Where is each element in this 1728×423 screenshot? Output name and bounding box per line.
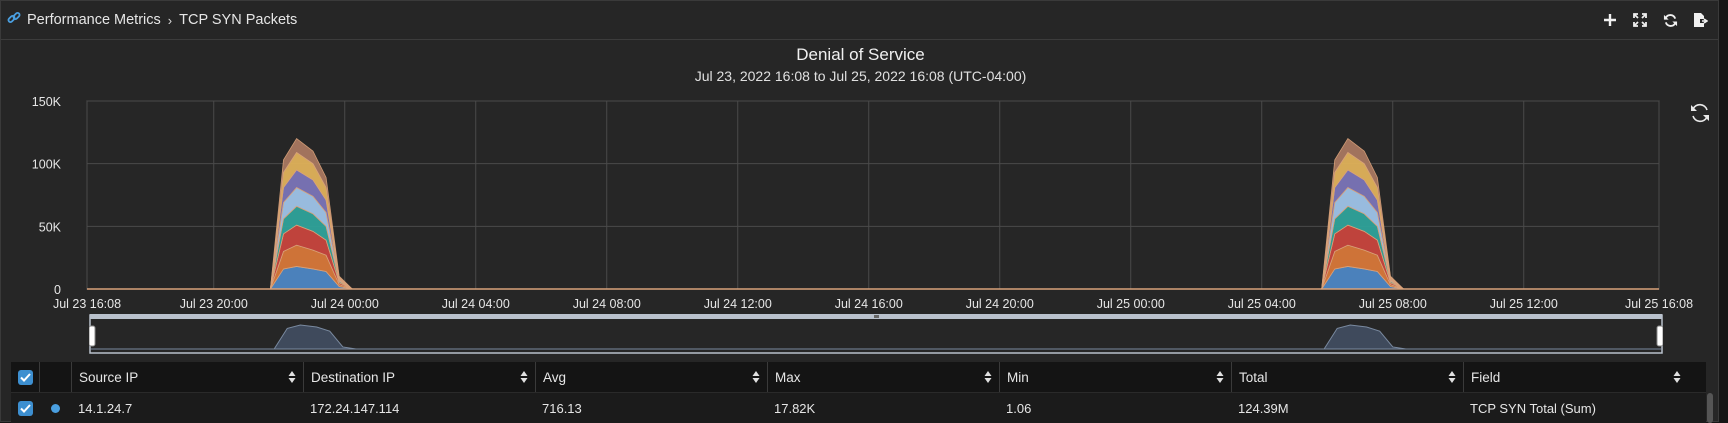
breadcrumb-root[interactable]: Performance Metrics <box>27 12 161 28</box>
widget-panel: Performance Metrics › TCP SYN Packets De… <box>0 0 1719 423</box>
column-header-destination-ip[interactable]: Destination IP <box>303 362 535 392</box>
sort-icon[interactable] <box>752 370 760 384</box>
column-header-avg[interactable]: Avg <box>535 362 767 392</box>
table-header: Source IP Destination IP Avg Max Min Tot… <box>11 362 1706 392</box>
y-tick-label: 50K <box>39 220 62 234</box>
x-tick-label: Jul 25 00:00 <box>1097 297 1165 311</box>
cell-field: TCP SYN Total (Sum) <box>1470 400 1596 416</box>
column-label: Max <box>775 369 801 385</box>
column-label: Source IP <box>79 369 139 385</box>
table-scrollbar[interactable] <box>1707 393 1713 423</box>
x-tick-label: Jul 24 00:00 <box>311 297 379 311</box>
sort-icon[interactable] <box>1448 370 1456 384</box>
column-header-source-ip[interactable]: Source IP <box>71 362 303 392</box>
x-tick-label: Jul 24 16:00 <box>835 297 903 311</box>
series-table: Source IP Destination IP Avg Max Min Tot… <box>11 362 1706 423</box>
x-tick-label: Jul 25 16:08 <box>1625 297 1693 311</box>
column-label: Total <box>1239 369 1268 385</box>
export-icon[interactable] <box>1690 10 1710 30</box>
chart-title: Denial of Service <box>796 45 925 64</box>
cell-avg: 716.13 <box>542 400 582 416</box>
expand-icon[interactable] <box>1630 10 1650 30</box>
sort-icon[interactable] <box>1216 370 1224 384</box>
column-header-total[interactable]: Total <box>1231 362 1463 392</box>
x-tick-label: Jul 24 20:00 <box>966 297 1034 311</box>
y-tick-label: 0 <box>54 283 61 297</box>
sort-icon[interactable] <box>984 370 992 384</box>
x-tick-label: Jul 23 20:00 <box>180 297 248 311</box>
widget-toolbar <box>1600 10 1710 30</box>
y-tick-label: 100K <box>32 158 62 172</box>
x-tick-label: Jul 25 12:00 <box>1490 297 1558 311</box>
cell-source-ip: 14.1.24.7 <box>78 400 133 416</box>
x-tick-label: Jul 25 08:00 <box>1359 297 1427 311</box>
sort-icon[interactable] <box>288 370 296 384</box>
cell-max: 17.82K <box>774 400 816 416</box>
y-tick-label: 150K <box>32 95 62 109</box>
plus-icon[interactable] <box>1600 10 1620 30</box>
link-icon[interactable] <box>7 11 21 29</box>
x-tick-label: Jul 23 16:08 <box>53 297 121 311</box>
navigator-right-handle[interactable] <box>1656 325 1663 347</box>
breadcrumb-current: TCP SYN Packets <box>179 12 298 28</box>
chevron-right-icon: › <box>167 12 173 28</box>
series-color-dot <box>39 393 71 423</box>
sort-icon[interactable] <box>520 370 528 384</box>
breadcrumb: Performance Metrics › TCP SYN Packets <box>7 11 297 29</box>
navigator-grip <box>874 315 879 318</box>
chart-subtitle: Jul 23, 2022 16:08 to Jul 25, 2022 16:08… <box>694 68 1027 84</box>
column-label: Min <box>1007 369 1029 385</box>
cell-total: 124.39M <box>1238 400 1289 416</box>
column-header-max[interactable]: Max <box>767 362 999 392</box>
widget-header: Performance Metrics › TCP SYN Packets <box>1 1 1718 40</box>
x-tick-label: Jul 24 04:00 <box>442 297 510 311</box>
x-tick-label: Jul 25 04:00 <box>1228 297 1296 311</box>
column-label: Destination IP <box>311 369 396 385</box>
column-header-min[interactable]: Min <box>999 362 1231 392</box>
x-tick-label: Jul 24 12:00 <box>704 297 772 311</box>
column-header-field[interactable]: Field <box>1463 362 1688 392</box>
row-checkbox[interactable] <box>11 393 39 423</box>
select-all-checkbox[interactable] <box>11 362 39 392</box>
column-label: Avg <box>543 369 567 385</box>
navigator-left-handle[interactable] <box>89 325 96 347</box>
x-tick-label: Jul 24 08:00 <box>573 297 641 311</box>
refresh-icon[interactable] <box>1689 102 1711 124</box>
cell-min: 1.06 <box>1006 400 1032 416</box>
color-column-header <box>39 362 71 392</box>
cell-destination-ip: 172.24.147.114 <box>310 400 400 416</box>
table-row[interactable]: 14.1.24.7 172.24.147.114 716.13 17.82K 1… <box>11 392 1706 423</box>
range-navigator[interactable] <box>89 314 1663 354</box>
sync-icon[interactable] <box>1660 10 1680 30</box>
stacked-area-chart: 150K 100K 50K 0Jul 23 16:08 Jul 23 20:00 Jul … <box>32 95 1693 311</box>
sort-icon[interactable] <box>1673 370 1681 384</box>
column-label: Field <box>1471 369 1501 385</box>
